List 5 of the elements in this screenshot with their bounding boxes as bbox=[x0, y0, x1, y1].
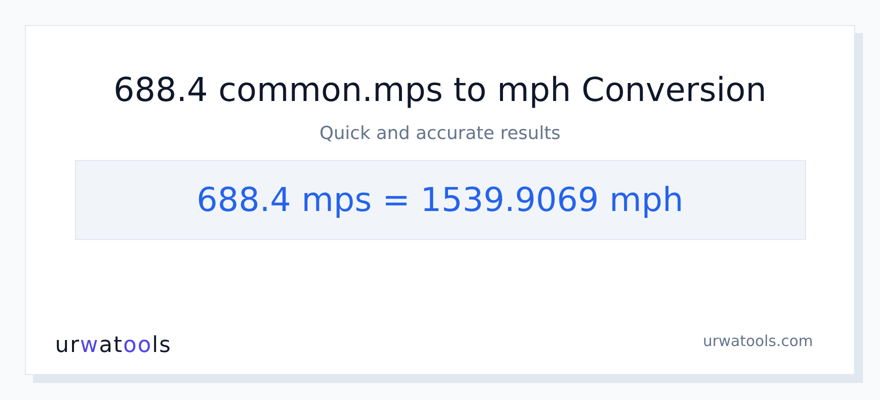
subtitle: Quick and accurate results bbox=[319, 122, 561, 146]
result-text: 688.4 mps = 1539.9069 mph bbox=[196, 179, 684, 222]
logo: urwatools bbox=[55, 332, 172, 360]
site-domain: urwatools.com bbox=[702, 330, 813, 352]
page-title: 688.4 common.mps to mph Conversion bbox=[113, 70, 767, 110]
